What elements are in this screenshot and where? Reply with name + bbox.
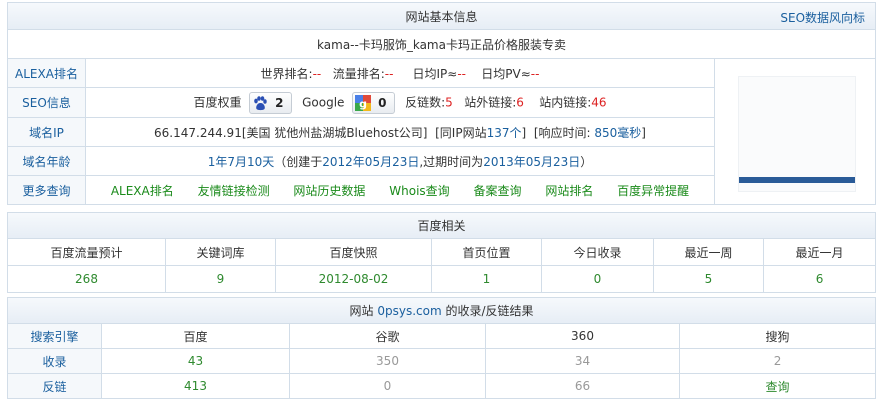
engine-google: 谷歌 xyxy=(289,323,486,349)
inlinks-value: 46 xyxy=(591,95,607,109)
domain-age-value: 1年7月10天 xyxy=(207,154,275,169)
seo-label: SEO信息 xyxy=(7,87,86,118)
results-title-pre: 网站 xyxy=(349,304,374,318)
world-rank-value: -- xyxy=(312,66,322,81)
outlinks-label: 站外链接: xyxy=(464,95,517,109)
daily-ip-label: 日均IP≈ xyxy=(412,66,458,81)
link-site-rank[interactable]: 网站排名 xyxy=(545,184,593,198)
expires-date: 2013年05月23日 xyxy=(483,154,581,169)
baidu-weight-label: 百度权重 xyxy=(193,95,242,109)
link-whois[interactable]: Whois查询 xyxy=(389,184,449,198)
daily-pv-value: -- xyxy=(530,66,540,81)
link-icp[interactable]: 备案查询 xyxy=(473,184,521,198)
baidu-traffic-value: 268 xyxy=(7,265,166,293)
baidu-header: 百度流量预计 xyxy=(7,238,166,266)
inlinks-label: 站内链接: xyxy=(539,95,592,109)
google-icon: g xyxy=(355,95,372,111)
daily-ip-value: -- xyxy=(457,66,467,81)
svg-text:g: g xyxy=(359,98,367,111)
last-week-value: 5 xyxy=(653,265,764,293)
same-ip-bracket: ] xyxy=(521,125,527,140)
baidu-header: 首页位置 xyxy=(431,238,542,266)
indexed-google[interactable]: 350 xyxy=(289,348,486,374)
expires-label: ,过期时间为 xyxy=(419,154,484,169)
age-close-paren: ） xyxy=(580,154,593,169)
backlinks-value: 5 xyxy=(445,95,453,109)
baidu-table: 百度相关 百度流量预计 关键词库 百度快照 首页位置 今日收录 最近一周 最近一… xyxy=(6,212,876,293)
today-index-value: 0 xyxy=(541,265,654,293)
index-results-table: 网站 0psys.com 的收录/反链结果 搜索引擎 百度 谷歌 360 搜狗 … xyxy=(6,297,876,399)
last-month-value: 6 xyxy=(762,265,876,293)
domain-ip-row: 66.147.244.91[美国 犹他州盐湖城Bluehost公司] [同IP网… xyxy=(85,117,715,147)
domain-ip-label: 域名IP xyxy=(7,117,86,147)
site-thumbnail[interactable] xyxy=(738,76,856,192)
google-pr-value: 0 xyxy=(378,95,387,110)
outlinks-value: 6 xyxy=(516,95,524,109)
google-pr-badge[interactable]: g 0 xyxy=(352,91,396,114)
traffic-rank-value: -- xyxy=(384,66,394,81)
backlink-360[interactable]: 66 xyxy=(485,373,680,399)
keyword-count-value[interactable]: 9 xyxy=(165,265,276,293)
backlink-sogou-query[interactable]: 查询 xyxy=(678,373,876,399)
site-info-title: 网站基本信息 xyxy=(405,9,478,24)
response-time-value: 850毫秒 xyxy=(594,125,642,140)
indexed-sogou[interactable]: 2 xyxy=(678,348,876,374)
backlinks-label: 反链数: xyxy=(405,95,446,109)
baidu-paw-icon xyxy=(254,96,267,111)
link-history[interactable]: 网站历史数据 xyxy=(293,184,365,198)
backlink-label: 反链 xyxy=(7,373,102,399)
world-rank-label: 世界排名: xyxy=(260,66,313,81)
alexa-label: ALEXA排名 xyxy=(7,58,86,88)
ip-location: 66.147.244.91[美国 犹他州盐湖城Bluehost公司] xyxy=(154,125,428,140)
response-time-label: [响应时间: xyxy=(533,125,591,140)
seo-row: 百度权重 2 Google g 0 反链数:5 站外链接:6 站内链接:46 xyxy=(85,87,715,118)
results-title-post: 的收录/反链结果 xyxy=(445,304,534,318)
more-query-label: 更多查询 xyxy=(7,175,86,205)
indexed-360[interactable]: 34 xyxy=(485,348,680,374)
same-ip-link[interactable]: 137个 xyxy=(487,126,522,140)
engine-360: 360 xyxy=(485,323,680,349)
baidu-header: 百度快照 xyxy=(275,238,432,266)
baidu-header: 关键词库 xyxy=(165,238,276,266)
domain-age-label: 域名年龄 xyxy=(7,146,86,176)
results-domain: 0psys.com xyxy=(377,304,442,318)
alexa-row: 世界排名:-- 流量排名:-- 日均IP≈-- 日均PV≈-- xyxy=(85,58,715,88)
same-ip-label: [同IP网站 xyxy=(435,125,487,140)
domain-age-row: 1年7月10天（创建于2012年05月23日,过期时间为2013年05月23日） xyxy=(85,146,715,176)
link-alexa[interactable]: ALEXA排名 xyxy=(111,184,174,198)
google-label: Google xyxy=(302,95,345,109)
link-baidu-alert[interactable]: 百度异常提醒 xyxy=(617,184,689,198)
traffic-rank-label: 流量排名: xyxy=(332,66,385,81)
backlink-google[interactable]: 0 xyxy=(289,373,486,399)
results-title: 网站 0psys.com 的收录/反链结果 xyxy=(6,297,876,324)
site-info-header: 网站基本信息 SEO数据风向标 xyxy=(6,2,876,30)
baidu-header: 最近一周 xyxy=(653,238,764,266)
baidu-weight-badge[interactable]: 2 xyxy=(249,91,293,114)
link-friend-check[interactable]: 友情链接检测 xyxy=(198,184,270,198)
created-date: 2012年05月23日 xyxy=(322,154,420,169)
daily-pv-label: 日均PV≈ xyxy=(481,66,531,81)
indexed-baidu[interactable]: 43 xyxy=(101,348,290,374)
baidu-header: 今日收录 xyxy=(541,238,654,266)
baidu-weight-value: 2 xyxy=(275,95,284,110)
indexed-label: 收录 xyxy=(7,348,102,374)
more-query-links: ALEXA排名 友情链接检测 网站历史数据 Whois查询 备案查询 网站排名 … xyxy=(85,175,715,205)
backlink-baidu[interactable]: 413 xyxy=(101,373,290,399)
engine-baidu: 百度 xyxy=(101,323,290,349)
home-position-value: 1 xyxy=(431,265,542,293)
engine-sogou: 搜狗 xyxy=(678,323,876,349)
snapshot-date-value[interactable]: 2012-08-02 xyxy=(275,265,432,293)
baidu-header: 最近一月 xyxy=(762,238,876,266)
site-title: kama--卡玛服饰_kama卡玛正品价格服装专卖 xyxy=(6,29,876,59)
response-time-bracket: ] xyxy=(641,125,646,140)
engine-label: 搜索引擎 xyxy=(7,323,102,349)
seo-trend-link[interactable]: SEO数据风向标 xyxy=(780,9,865,26)
baidu-title: 百度相关 xyxy=(6,212,876,239)
thumbnail-bar xyxy=(739,177,855,183)
created-label: （创建于 xyxy=(274,154,323,169)
